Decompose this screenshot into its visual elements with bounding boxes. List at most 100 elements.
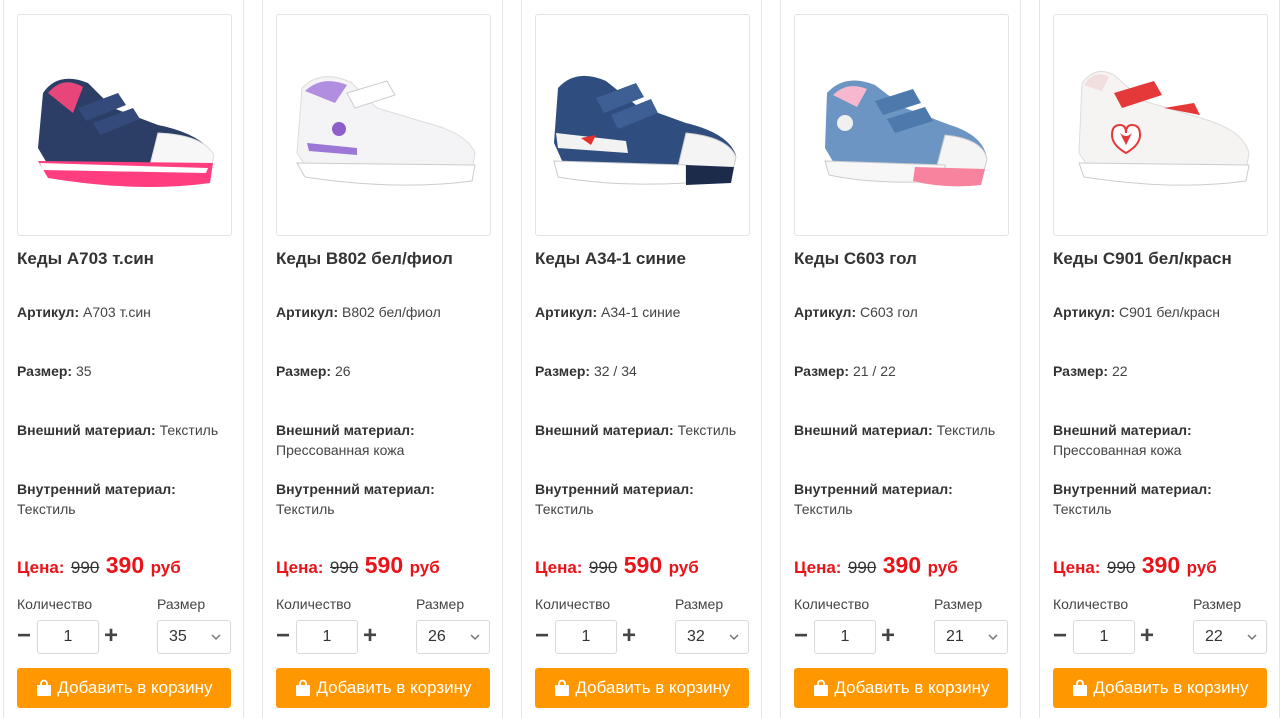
product-card: Кеды С901 бел/красн Артикул: С901 бел/кр… — [1039, 0, 1280, 718]
increase-quantity-button[interactable]: + — [879, 622, 897, 650]
increase-quantity-button[interactable]: + — [102, 622, 120, 650]
add-to-cart-button[interactable]: Добавить в корзину — [535, 668, 749, 708]
product-image[interactable] — [794, 14, 1009, 236]
inner-material-label: Внутренний материал: — [276, 481, 435, 497]
size-select[interactable]: 21 — [934, 620, 1008, 654]
inner-material-label: Внутренний материал: — [535, 481, 694, 497]
price-label: Цена: — [794, 558, 842, 577]
size-select[interactable]: 35 — [157, 620, 231, 654]
size-label: Размер: — [17, 363, 73, 379]
decrease-quantity-button[interactable]: − — [1051, 622, 1069, 650]
old-price: 990 — [1106, 558, 1136, 577]
product-inner-material: Внутренний материал: Текстиль — [1053, 479, 1273, 519]
add-to-cart-label: Добавить в корзину — [57, 678, 213, 697]
product-grid: Кеды А703 т.син Артикул: А703 т.син Разм… — [0, 0, 1280, 718]
product-price: Цена: 990 590 руб — [276, 552, 440, 579]
product-card: Кеды А703 т.син Артикул: А703 т.син Разм… — [3, 0, 244, 718]
product-size: Размер: 22 — [1053, 361, 1273, 381]
quantity-label: Количество — [1053, 596, 1129, 612]
product-price: Цена: 990 390 руб — [1053, 552, 1217, 579]
decrease-quantity-button[interactable]: − — [15, 622, 33, 650]
increase-quantity-button[interactable]: + — [1138, 622, 1156, 650]
inner-material-value: Текстиль — [17, 501, 76, 517]
sneaker-denim-pink-icon — [38, 78, 215, 187]
outer-material-value: Прессованная кожа — [1053, 442, 1182, 458]
product-image[interactable] — [17, 14, 232, 236]
outer-material-label: Внешний материал: — [535, 422, 674, 438]
product-outer-material: Внешний материал: Прессованная кожа — [1053, 420, 1273, 460]
product-title[interactable]: Кеды С603 гол — [794, 249, 917, 269]
product-image[interactable] — [1053, 14, 1268, 236]
product-title[interactable]: Кеды С901 бел/красн — [1053, 249, 1232, 269]
quantity-label: Количество — [794, 596, 870, 612]
size-select-value: 35 — [169, 628, 187, 645]
quantity-input[interactable]: 1 — [1073, 620, 1135, 654]
size-select-value: 26 — [428, 628, 446, 645]
product-image[interactable] — [535, 14, 750, 236]
size-value: 35 — [75, 363, 92, 379]
product-title[interactable]: Кеды А34-1 синие — [535, 249, 686, 269]
product-price: Цена: 990 590 руб — [535, 552, 699, 579]
product-price: Цена: 990 390 руб — [17, 552, 181, 579]
product-outer-material: Внешний материал: Прессованная кожа — [276, 420, 496, 460]
product-card: Кеды А34-1 синие Артикул: А34-1 синие Ра… — [521, 0, 762, 718]
product-outer-material: Внешний материал: Текстиль — [535, 420, 755, 440]
shopping-bag-icon — [814, 679, 829, 696]
outer-material-label: Внешний материал: — [276, 422, 415, 438]
add-to-cart-button[interactable]: Добавить в корзину — [794, 668, 1008, 708]
article-label: Артикул: — [535, 304, 598, 320]
size-select[interactable]: 32 — [675, 620, 749, 654]
size-label: Размер: — [535, 363, 591, 379]
size-select[interactable]: 26 — [416, 620, 490, 654]
article-label: Артикул: — [794, 304, 857, 320]
quantity-input[interactable]: 1 — [37, 620, 99, 654]
product-title[interactable]: Кеды А703 т.син — [17, 249, 154, 269]
size-select[interactable]: 22 — [1193, 620, 1267, 654]
add-to-cart-button[interactable]: Добавить в корзину — [1053, 668, 1267, 708]
article-value: С901 бел/красн — [1119, 304, 1221, 320]
decrease-quantity-button[interactable]: − — [792, 622, 810, 650]
size-value: 26 — [334, 363, 351, 379]
product-outer-material: Внешний материал: Текстиль — [17, 420, 237, 440]
inner-material-label: Внутренний материал: — [17, 481, 176, 497]
inner-material-label: Внутренний материал: — [794, 481, 953, 497]
product-inner-material: Внутренний материал: Текстиль — [794, 479, 1014, 519]
add-to-cart-button[interactable]: Добавить в корзину — [17, 668, 231, 708]
chevron-down-icon — [211, 634, 221, 641]
price-label: Цена: — [17, 558, 65, 577]
size-label: Размер: — [1053, 363, 1109, 379]
product-title[interactable]: Кеды В802 бел/фиол — [276, 249, 453, 269]
increase-quantity-button[interactable]: + — [620, 622, 638, 650]
outer-material-value: Текстиль — [936, 422, 996, 438]
product-article: Артикул: В802 бел/фиол — [276, 302, 496, 322]
new-price: 590 — [623, 552, 663, 578]
add-to-cart-button[interactable]: Добавить в корзину — [276, 668, 490, 708]
size-label: Размер: — [794, 363, 850, 379]
price-label: Цена: — [276, 558, 324, 577]
outer-material-value: Текстиль — [159, 422, 219, 438]
shopping-bag-icon — [555, 679, 570, 696]
sneaker-lightblue-pink-icon — [824, 80, 988, 187]
product-image[interactable] — [276, 14, 491, 236]
quantity-input[interactable]: 1 — [555, 620, 617, 654]
quantity-label: Количество — [276, 596, 352, 612]
quantity-input[interactable]: 1 — [296, 620, 358, 654]
outer-material-label: Внешний материал: — [1053, 422, 1192, 438]
shopping-bag-icon — [296, 679, 311, 696]
add-to-cart-label: Добавить в корзину — [1093, 678, 1249, 697]
product-card: Кеды В802 бел/фиол Артикул: В802 бел/фио… — [262, 0, 503, 718]
inner-material-value: Текстиль — [1053, 501, 1112, 517]
sneaker-white-red-icon — [1078, 70, 1250, 186]
decrease-quantity-button[interactable]: − — [533, 622, 551, 650]
article-value: А34-1 синие — [601, 304, 681, 320]
quantity-input[interactable]: 1 — [814, 620, 876, 654]
decrease-quantity-button[interactable]: − — [274, 622, 292, 650]
shopping-bag-icon — [1073, 679, 1088, 696]
size-select-value: 32 — [687, 628, 705, 645]
size-value: 21 / 22 — [852, 363, 896, 379]
size-select-value: 22 — [1205, 628, 1223, 645]
old-price: 990 — [70, 558, 100, 577]
product-size: Размер: 32 / 34 — [535, 361, 755, 381]
product-inner-material: Внутренний материал: Текстиль — [535, 479, 755, 519]
increase-quantity-button[interactable]: + — [361, 622, 379, 650]
